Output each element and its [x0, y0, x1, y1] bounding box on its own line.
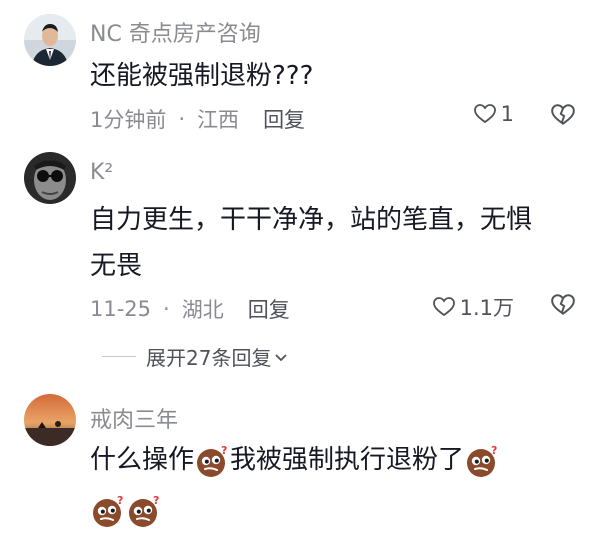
dislike-button[interactable]	[550, 102, 576, 132]
comment-text: 还能被强制退粉???	[90, 61, 314, 91]
avatar[interactable]	[24, 14, 76, 66]
chevron-down-icon	[275, 353, 288, 361]
reply-button[interactable]: 回复	[248, 294, 290, 324]
comment-text-part-1: 什么操作	[90, 445, 195, 475]
expand-replies-button[interactable]: 展开27条回复	[102, 342, 289, 371]
svg-text:?: ?	[153, 494, 159, 507]
avatar[interactable]	[24, 152, 76, 204]
comment-text-line-1: 自力更生，干干净净，站的笔直，无惧	[90, 205, 533, 235]
puzzled-face-emoji-icon: ?	[467, 444, 497, 477]
username[interactable]: 戒肉三年	[90, 402, 178, 434]
like-count: 1	[500, 102, 514, 126]
svg-text:?: ?	[221, 444, 227, 457]
username[interactable]: NC 奇点房产咨询	[90, 16, 261, 48]
like-button[interactable]: 1.1万	[432, 292, 514, 322]
dislike-button[interactable]	[550, 292, 576, 322]
username[interactable]: K²	[90, 160, 113, 185]
puzzled-face-emoji-icon: ?	[129, 494, 159, 527]
expand-replies-label: 展开27条回复	[146, 346, 272, 370]
broken-heart-icon	[551, 104, 575, 125]
comment-time: 1分钟前	[90, 108, 167, 132]
like-count: 1.1万	[459, 296, 514, 320]
puzzled-face-emoji-icon: ?	[93, 494, 123, 527]
like-button[interactable]: 1	[473, 102, 514, 126]
reply-button[interactable]: 回复	[263, 104, 305, 134]
avatar-sunset-landscape-icon	[24, 394, 76, 446]
avatar[interactable]	[24, 394, 76, 446]
divider-line	[102, 356, 136, 357]
avatar-sunglasses-bw-icon	[24, 152, 76, 204]
comment-location: 江西	[197, 108, 240, 132]
avatar-man-suit-icon	[24, 14, 76, 66]
heart-icon	[473, 104, 496, 124]
comment-time: 11-25	[90, 297, 152, 321]
comment-meta: 1分钟前 · 江西 回复	[90, 104, 305, 134]
separator-dot: ·	[178, 107, 186, 131]
comment-location: 湖北	[181, 298, 224, 322]
svg-text:?: ?	[491, 444, 497, 457]
comment-meta: 11-25 · 湖北 回复	[90, 294, 290, 324]
comment-text-line-2: 无畏	[90, 251, 143, 281]
separator-dot: ·	[163, 297, 170, 321]
comment-emoji-line: ? ?	[90, 486, 162, 534]
svg-text:?: ?	[117, 494, 123, 507]
comment-text-part-2: 我被强制执行退粉了	[230, 445, 465, 475]
comment-text: 什么操作 ? 我被强制执行退粉了 ?	[90, 436, 500, 484]
heart-icon	[432, 297, 455, 317]
puzzled-face-emoji-icon: ?	[197, 444, 227, 477]
broken-heart-icon	[551, 294, 575, 315]
